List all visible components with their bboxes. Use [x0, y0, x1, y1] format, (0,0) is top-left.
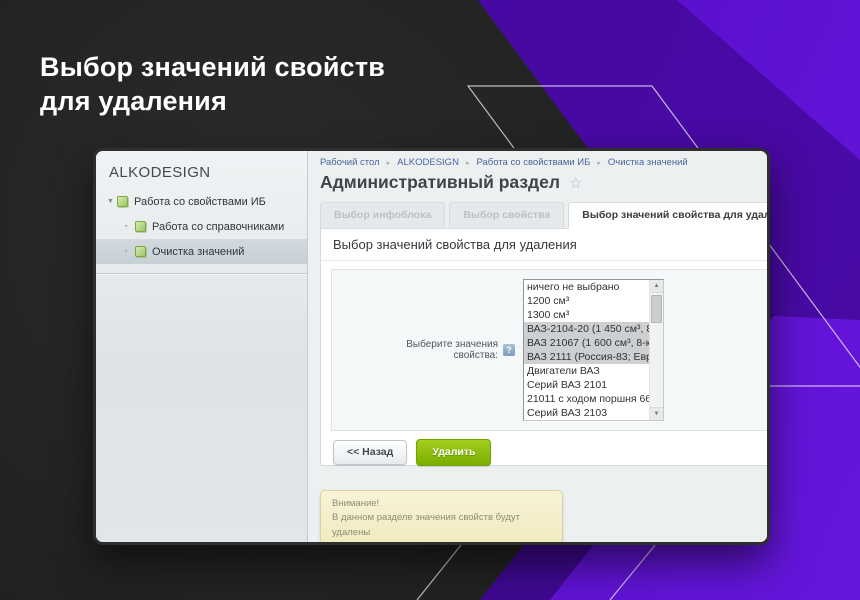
slide-title-line2: для удаления: [40, 84, 385, 118]
listbox-option[interactable]: Серий ВАЗ 2103: [524, 406, 649, 420]
section-header[interactable]: Выбор значений свойства для удаления ▼: [321, 229, 770, 261]
section-title: Выбор значений свойства для удаления: [333, 237, 577, 252]
tree-item-label: Работа со свойствами ИБ: [134, 196, 266, 208]
breadcrumb-item: Работа со свойствами ИБ ▸: [476, 157, 607, 168]
tree-item-label: Работа со справочниками: [152, 221, 284, 233]
scroll-up-icon[interactable]: ▲: [650, 280, 663, 293]
form-box: Выбор значений свойства для удаления ▼ В…: [320, 228, 770, 466]
property-values-listbox[interactable]: ничего не выбрано1200 см³1300 см³ВАЗ-210…: [523, 279, 664, 421]
slide-title-line1: Выбор значений свойств: [40, 50, 385, 84]
tab[interactable]: Выбор значений свойства для удаления: [568, 202, 770, 229]
listbox-option[interactable]: ВАЗ 2111 (Россия-83; Евро-2: [524, 350, 649, 364]
breadcrumb-item: ALKODESIGN ▸: [397, 157, 476, 168]
tree-item-label: Очистка значений: [152, 246, 244, 258]
tab-bar: Выбор инфоблокаВыбор свойстваВыбор значе…: [320, 201, 770, 229]
breadcrumb-separator-icon: ▸: [466, 159, 470, 167]
scroll-down-icon[interactable]: ▼: [650, 407, 663, 420]
tree-bullet-icon: ▪: [125, 248, 135, 255]
screenshot-card: ALKODESIGN ▼ ▪ Работа со свойствами ИБ ▼…: [93, 148, 770, 545]
sidebar-divider: [96, 273, 307, 275]
listbox-scrollbar[interactable]: ▲ ▼: [649, 280, 663, 420]
button-row: << Назад Удалить: [321, 439, 770, 466]
breadcrumb-link[interactable]: Рабочий стол: [320, 157, 380, 168]
app-logo: ALKODESIGN: [109, 164, 307, 181]
breadcrumb-link[interactable]: Очистка значений: [608, 157, 688, 168]
breadcrumb: Рабочий стол ▸ ALKODESIGN ▸ Работа со св…: [320, 157, 770, 168]
warning-line2: В данном разделе значения свойств будут …: [332, 511, 551, 540]
warning-title: Внимание!: [332, 497, 551, 511]
listbox-option[interactable]: ВАЗ-2104-20 (1 450 см³, 8-кл: [524, 322, 649, 336]
tree-folder-icon: [117, 196, 128, 207]
field-label: Выберите значения свойства:: [362, 339, 498, 361]
listbox-option[interactable]: 1200 см³: [524, 294, 649, 308]
sidebar-tree-item[interactable]: ▼ ▪ Работа со справочниками: [96, 214, 307, 239]
scrollbar-thumb[interactable]: [651, 295, 662, 323]
tab[interactable]: Выбор свойства: [449, 202, 564, 229]
breadcrumb-separator-icon: ▸: [597, 159, 601, 167]
slide-stage: Выбор значений свойств для удаления ALKO…: [0, 0, 860, 600]
favorite-star-icon[interactable]: ☆: [569, 174, 582, 192]
slide-title: Выбор значений свойств для удаления: [40, 50, 385, 118]
breadcrumb-item: Очистка значений ▸: [608, 157, 688, 168]
back-button[interactable]: << Назад: [333, 440, 407, 465]
sidebar: ALKODESIGN ▼ ▪ Работа со свойствами ИБ ▼…: [96, 151, 308, 542]
listbox-option[interactable]: Серий ВАЗ 2101: [524, 378, 649, 392]
listbox-option[interactable]: ничего не выбрано: [524, 280, 649, 294]
sidebar-tree-item[interactable]: ▼ ▪ Очистка значений: [96, 239, 307, 264]
tree-bullet-icon: ▪: [125, 223, 135, 230]
listbox-option[interactable]: 21011 с ходом поршня 66 мм: [524, 392, 649, 406]
breadcrumb-link[interactable]: Работа со свойствами ИБ: [476, 157, 590, 168]
warning-box: Внимание! В данном разделе значения свой…: [320, 490, 563, 545]
listbox-option[interactable]: 1300 см³: [524, 308, 649, 322]
tree-folder-icon: [135, 221, 146, 232]
listbox-option[interactable]: ВАЗ 21067 (1 600 см³, 8-клап: [524, 336, 649, 350]
sidebar-tree: ▼ ▪ Работа со свойствами ИБ ▼ ▪ Работа с…: [96, 189, 307, 264]
sidebar-tree-item[interactable]: ▼ ▪ Работа со свойствами ИБ: [96, 189, 307, 214]
tree-folder-icon: [135, 246, 146, 257]
tab[interactable]: Выбор инфоблока: [320, 202, 445, 229]
delete-button[interactable]: Удалить: [416, 439, 491, 466]
breadcrumb-separator-icon: ▸: [387, 159, 391, 167]
breadcrumb-link[interactable]: ALKODESIGN: [397, 157, 459, 168]
breadcrumb-item: Рабочий стол ▸: [320, 157, 397, 168]
tree-expand-icon[interactable]: ▼: [107, 198, 117, 205]
page-title: Административный раздел: [320, 172, 560, 193]
help-icon[interactable]: ?: [503, 344, 515, 356]
listbox-option[interactable]: Двигатели ВАЗ: [524, 364, 649, 378]
warning-line3: Изменения будут произведены без возможно…: [332, 540, 551, 545]
form-panel: Выберите значения свойства: ? ничего не …: [331, 269, 770, 431]
main-area: Рабочий стол ▸ ALKODESIGN ▸ Работа со св…: [308, 151, 770, 542]
title-row: Административный раздел ☆: [320, 172, 770, 193]
